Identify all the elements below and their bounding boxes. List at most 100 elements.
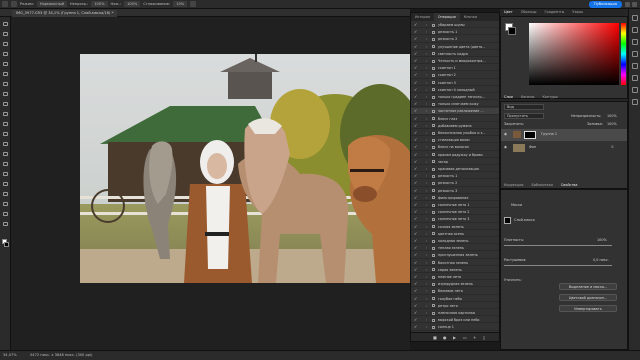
home-icon[interactable]: [2, 1, 8, 7]
checkmark-icon[interactable]: [414, 202, 418, 207]
color-field[interactable]: [529, 23, 619, 85]
feather-slider[interactable]: [504, 265, 612, 266]
color-icon[interactable]: [632, 15, 638, 21]
checkmark-icon[interactable]: [414, 303, 418, 308]
color-tab-1[interactable]: Образцы: [517, 9, 541, 16]
layers-icon[interactable]: [632, 51, 638, 57]
checkmark-icon[interactable]: [414, 123, 418, 128]
healing-tool-icon[interactable]: [2, 91, 9, 97]
action-row[interactable]: › резкость 2: [411, 180, 499, 187]
properties-tab-1[interactable]: Библиотеки: [527, 182, 556, 189]
action-row[interactable]: › резкость 1: [411, 29, 499, 36]
zoom-tool-icon[interactable]: [2, 221, 9, 227]
record-icon[interactable]: ●: [443, 335, 447, 340]
action-row[interactable]: › изумрудная зелень: [411, 281, 499, 288]
brush-settings-icon[interactable]: [632, 39, 638, 45]
opacity-field[interactable]: 100%: [91, 1, 108, 7]
expand-arrow-icon[interactable]: ›: [426, 22, 427, 28]
expand-arrow-icon[interactable]: ›: [426, 188, 427, 194]
checkmark-icon[interactable]: [414, 238, 418, 243]
blur-tool-icon[interactable]: [2, 151, 9, 157]
publish-button[interactable]: Публикация: [589, 1, 622, 8]
expand-arrow-icon[interactable]: ›: [426, 180, 427, 186]
rectangle-tool-icon[interactable]: [2, 201, 9, 207]
expand-arrow-icon[interactable]: ›: [426, 274, 427, 280]
checkmark-icon[interactable]: [414, 36, 418, 41]
expand-arrow-icon[interactable]: ›: [426, 44, 427, 50]
action-row[interactable]: › скинтон 4 холодный: [411, 87, 499, 94]
expand-arrow-icon[interactable]: ›: [426, 36, 427, 42]
action-row[interactable]: › цветная осень: [411, 231, 499, 238]
checkmark-icon[interactable]: [414, 281, 418, 286]
lasso-tool-icon[interactable]: [2, 41, 9, 47]
dodge-tool-icon[interactable]: [2, 161, 9, 167]
checkmark-icon[interactable]: [414, 166, 418, 171]
action-row[interactable]: › нежное лето: [411, 274, 499, 281]
action-row[interactable]: › бежевое лето: [411, 288, 499, 295]
hue-slider[interactable]: [621, 23, 626, 85]
action-row[interactable]: › только смягчаем кожу: [411, 101, 499, 108]
layers-tab-0[interactable]: Слои: [500, 94, 517, 101]
checkmark-icon[interactable]: [414, 51, 418, 56]
settings-icon[interactable]: [190, 1, 197, 7]
expand-arrow-icon[interactable]: ›: [426, 80, 427, 86]
expand-arrow-icon[interactable]: ›: [426, 303, 427, 309]
paragraph-icon[interactable]: [632, 99, 638, 105]
folder-icon[interactable]: ▭: [463, 335, 467, 340]
action-row[interactable]: › белоснежная улыбка и з...: [411, 130, 499, 137]
layer-opacity-value[interactable]: 100%: [607, 114, 617, 118]
adjust-icon[interactable]: [632, 63, 638, 69]
expand-arrow-icon[interactable]: ›: [426, 101, 427, 107]
checkmark-icon[interactable]: [414, 231, 418, 236]
action-row[interactable]: › улучшение цвета (цвета...: [411, 44, 499, 50]
color-range-button[interactable]: Цветовой диапазон...: [559, 294, 617, 301]
action-row[interactable]: › скинтон 2: [411, 72, 499, 79]
expand-arrow-icon[interactable]: ›: [426, 281, 427, 287]
expand-arrow-icon[interactable]: ›: [426, 216, 427, 222]
expand-arrow-icon[interactable]: ›: [426, 267, 427, 273]
hand-tool-icon[interactable]: [2, 211, 9, 217]
expand-arrow-icon[interactable]: ›: [426, 51, 427, 57]
action-row[interactable]: › убираем шумы: [411, 22, 499, 29]
action-row[interactable]: › холодная зелень: [411, 238, 499, 245]
properties-tab-2[interactable]: Свойства: [557, 182, 582, 189]
document-tab[interactable]: IMG_5977.CR3 @ 34,1% (Группа 1, Слой-мас…: [12, 10, 118, 17]
action-row[interactable]: › голубое небо: [411, 296, 499, 302]
expand-arrow-icon[interactable]: ›: [426, 123, 427, 129]
play-icon[interactable]: ▶: [453, 335, 456, 340]
checkmark-icon[interactable]: [414, 130, 418, 135]
action-row[interactable]: › скинтон 3: [411, 80, 499, 86]
layers-tab-1[interactable]: Каналы: [517, 94, 539, 101]
expand-arrow-icon[interactable]: ›: [426, 94, 427, 100]
eraser-tool-icon[interactable]: [2, 131, 9, 137]
brush-tool-icon[interactable]: [2, 101, 9, 107]
checkmark-icon[interactable]: [414, 260, 418, 265]
checkmark-icon[interactable]: [414, 209, 418, 214]
expand-arrow-icon[interactable]: ›: [426, 72, 427, 78]
checkmark-icon[interactable]: [414, 317, 418, 322]
expand-arrow-icon[interactable]: ›: [426, 317, 427, 323]
expand-arrow-icon[interactable]: ›: [426, 152, 427, 158]
actions-tab-0[interactable]: История: [411, 13, 434, 21]
color-tab-0[interactable]: Цвет: [500, 9, 517, 16]
action-row[interactable]: › сочная зелень: [411, 224, 499, 230]
invert-button[interactable]: Инвертировать: [559, 305, 617, 312]
action-row[interactable]: › болотная зелень: [411, 260, 499, 266]
checkmark-icon[interactable]: [414, 44, 418, 49]
expand-arrow-icon[interactable]: ›: [426, 195, 427, 201]
action-row[interactable]: › солнце 1: [411, 324, 499, 331]
eye-icon[interactable]: ◉: [504, 132, 507, 136]
mode-select[interactable]: Нормальный: [36, 1, 67, 7]
checkmark-icon[interactable]: [414, 252, 418, 257]
expand-arrow-icon[interactable]: ›: [426, 116, 427, 122]
action-row[interactable]: › добавляем румяна: [411, 123, 499, 130]
action-row[interactable]: › серая зелень: [411, 267, 499, 274]
checkmark-icon[interactable]: [414, 267, 418, 272]
checkmark-icon[interactable]: [414, 310, 418, 315]
checkmark-icon[interactable]: [414, 144, 418, 149]
density-slider[interactable]: [504, 245, 612, 246]
action-row[interactable]: › Четкость и микроконтра...: [411, 58, 499, 65]
marquee-tool-icon[interactable]: [2, 31, 9, 37]
action-row[interactable]: › стилизация волос: [411, 137, 499, 144]
checkmark-icon[interactable]: [414, 173, 418, 178]
